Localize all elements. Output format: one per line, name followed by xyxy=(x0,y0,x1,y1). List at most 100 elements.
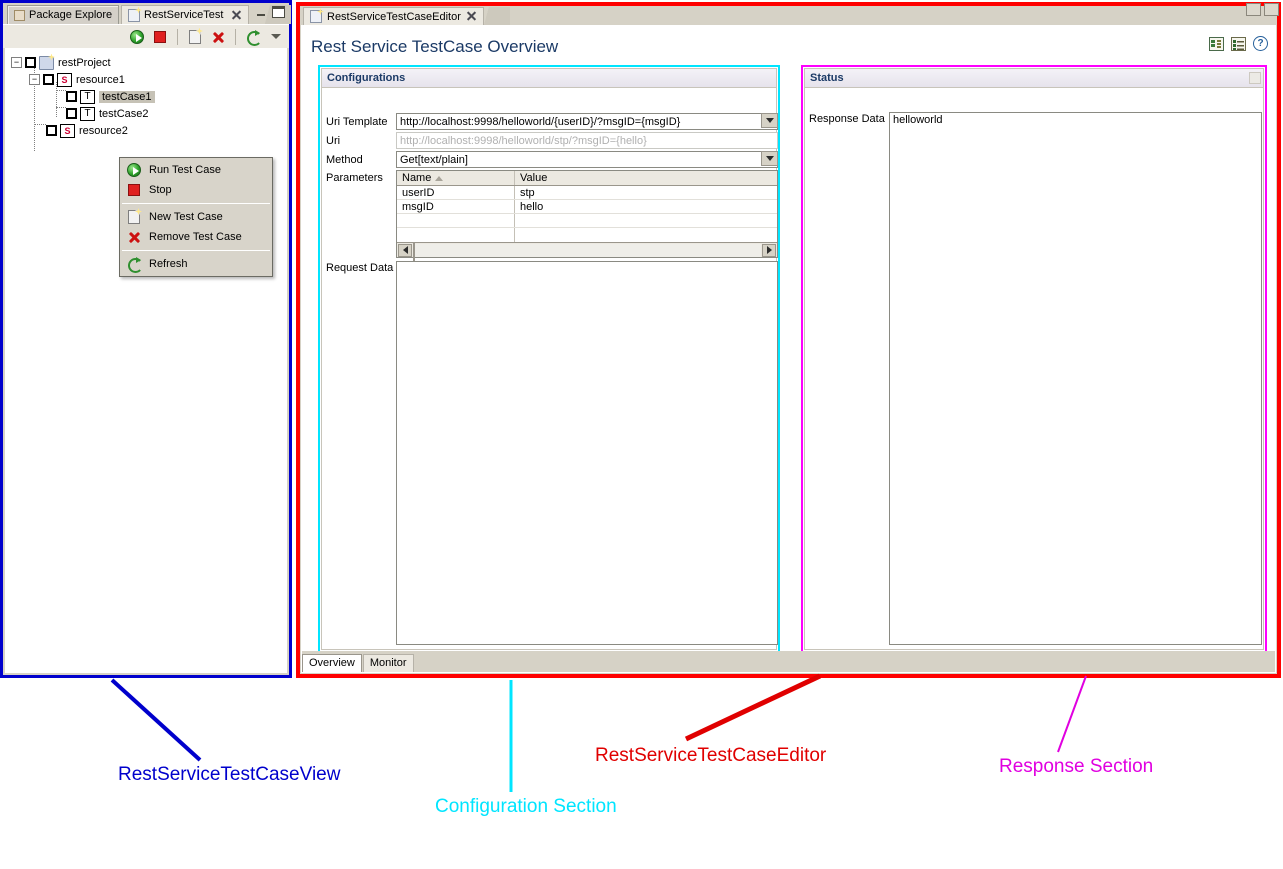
chevron-down-icon[interactable] xyxy=(761,151,778,166)
red-x-icon xyxy=(126,229,142,245)
uri-template-label: Uri Template xyxy=(326,115,388,128)
editor-bottom-tabs: Overview Monitor xyxy=(302,651,1275,672)
parameters-horizontal-scrollbar[interactable] xyxy=(397,242,777,262)
menu-item-stop[interactable]: Stop xyxy=(120,180,272,200)
scrollbar-thumb[interactable] xyxy=(413,242,415,262)
refresh-icon[interactable] xyxy=(243,27,263,47)
status-section-inner: Status Response Data helloworld xyxy=(804,68,1264,650)
request-data-input[interactable] xyxy=(396,261,778,645)
uri-template-combo[interactable]: http://localhost:9998/helloworld/{userID… xyxy=(396,113,778,130)
parameters-column-value[interactable]: Value xyxy=(515,171,552,185)
uri-template-input[interactable]: http://localhost:9998/helloworld/{userID… xyxy=(396,113,778,130)
menu-item-run-test-case[interactable]: Run Test Case xyxy=(120,160,272,180)
leader-line-view xyxy=(110,678,202,762)
menu-item-new-test-case[interactable]: New Test Case xyxy=(120,207,272,227)
leader-line-response xyxy=(1057,675,1087,753)
toolbar-separator xyxy=(235,28,236,45)
status-section-header: Status xyxy=(805,69,1263,88)
response-section: Status Response Data helloworld xyxy=(801,65,1267,653)
minimize-icon[interactable] xyxy=(255,6,268,18)
stop-icon[interactable] xyxy=(150,27,170,47)
parameters-row: Parameters Name Value userID stp msgID h… xyxy=(326,170,778,262)
tab-rest-service-test[interactable]: RestServiceTest xyxy=(121,5,250,24)
tab-rest-service-testcase-editor[interactable]: RestServiceTestCaseEditor xyxy=(303,7,484,25)
help-icon[interactable]: ? xyxy=(1253,36,1268,51)
table-row[interactable] xyxy=(397,228,777,242)
chevron-down-icon[interactable] xyxy=(266,27,286,47)
tree-checkbox[interactable] xyxy=(66,91,77,102)
response-data-output[interactable]: helloworld xyxy=(889,112,1262,645)
configuration-section-inner: Configurations Uri Template http://local… xyxy=(321,68,778,650)
tree-expander[interactable]: − xyxy=(29,74,40,85)
rest-service-test-icon xyxy=(128,8,140,22)
grid-layout-icon[interactable] xyxy=(1209,36,1224,51)
leader-line-editor xyxy=(684,673,822,742)
t-icon: T xyxy=(80,89,95,104)
tree-checkbox[interactable] xyxy=(66,108,77,119)
parameters-column-value-label: Value xyxy=(520,172,548,184)
run-icon[interactable] xyxy=(127,27,147,47)
new-file-icon[interactable] xyxy=(185,27,205,47)
tree-checkbox[interactable] xyxy=(46,125,57,136)
red-x-icon[interactable] xyxy=(208,27,228,47)
method-row: Method Get[text/plain] xyxy=(326,151,778,168)
tree-checkbox[interactable] xyxy=(43,74,54,85)
maximize-icon[interactable] xyxy=(272,6,285,18)
uri-input[interactable]: http://localhost:9998/helloworld/stp/?ms… xyxy=(396,132,778,149)
tab-overview[interactable]: Overview xyxy=(302,654,362,672)
tree-item-resource2[interactable]: S resource2 xyxy=(5,122,287,139)
tab-monitor[interactable]: Monitor xyxy=(362,654,414,672)
context-menu[interactable]: Run Test Case Stop New Test Case Remove … xyxy=(119,157,273,277)
tree-item-label: resource1 xyxy=(76,73,125,86)
view-tabstrip: Package Explore RestServiceTest xyxy=(3,3,291,24)
tree-item-label: resource2 xyxy=(79,124,128,137)
minimize-icon[interactable] xyxy=(1246,3,1261,16)
menu-separator xyxy=(122,250,270,251)
chevron-down-icon[interactable] xyxy=(761,113,778,128)
method-input[interactable]: Get[text/plain] xyxy=(396,151,778,168)
annotation-editor-label: RestServiceTestCaseEditor xyxy=(595,745,827,766)
table-row[interactable] xyxy=(397,214,777,228)
configuration-section: Configurations Uri Template http://local… xyxy=(318,65,780,653)
parameters-table-header: Name Value xyxy=(397,171,777,186)
menu-item-label: New Test Case xyxy=(149,211,223,223)
tree-item-label: restProject xyxy=(58,56,111,69)
project-tree[interactable]: − restProject − S resource1 T testCase1 … xyxy=(5,48,287,673)
configuration-section-header: Configurations xyxy=(322,69,776,88)
tree-checkbox[interactable] xyxy=(25,57,36,68)
tab-package-explorer[interactable]: Package Explore xyxy=(7,5,120,24)
table-row[interactable]: msgID hello xyxy=(397,200,777,214)
table-cell-value: hello xyxy=(520,200,544,213)
status-section-body: Response Data helloworld xyxy=(805,88,1263,649)
arrow-left-icon[interactable] xyxy=(398,243,412,257)
response-data-row: Response Data helloworld xyxy=(809,112,1262,645)
menu-separator xyxy=(122,203,270,204)
menu-item-label: Stop xyxy=(149,184,172,196)
tree-expander[interactable]: − xyxy=(11,57,22,68)
tree-item-restproject[interactable]: − restProject xyxy=(5,54,287,71)
maximize-icon[interactable] xyxy=(1264,3,1279,16)
tree-item-testcase2[interactable]: T testCase2 xyxy=(5,105,287,122)
rest-service-testcase-editor: RestServiceTestCaseEditor Rest Service T… xyxy=(296,2,1281,678)
tree-item-resource1[interactable]: − S resource1 xyxy=(5,71,287,88)
parameters-column-name[interactable]: Name xyxy=(397,171,515,185)
editor-tabstrip: RestServiceTestCaseEditor xyxy=(300,6,1277,25)
parameters-table[interactable]: Name Value userID stp msgID hello xyxy=(396,170,778,262)
menu-item-remove-test-case[interactable]: Remove Test Case xyxy=(120,227,272,247)
close-icon[interactable] xyxy=(231,10,242,21)
response-data-label: Response Data xyxy=(809,113,885,125)
status-section-title: Status xyxy=(810,72,844,84)
menu-item-label: Refresh xyxy=(149,258,188,270)
scrollbar-track[interactable] xyxy=(413,242,761,262)
uri-template-row: Uri Template http://localhost:9998/hello… xyxy=(326,113,778,130)
table-row[interactable]: userID stp xyxy=(397,186,777,200)
table-cell-name: userID xyxy=(397,186,515,199)
menu-item-refresh[interactable]: Refresh xyxy=(120,254,272,274)
tab-package-explorer-label: Package Explore xyxy=(29,9,113,21)
method-combo[interactable]: Get[text/plain] xyxy=(396,151,778,168)
table-cell-name xyxy=(397,214,515,227)
list-layout-icon[interactable] xyxy=(1231,36,1246,51)
section-scroll-box[interactable] xyxy=(1249,72,1261,84)
tree-item-testcase1[interactable]: T testCase1 xyxy=(5,88,287,105)
arrow-right-icon[interactable] xyxy=(762,243,776,257)
